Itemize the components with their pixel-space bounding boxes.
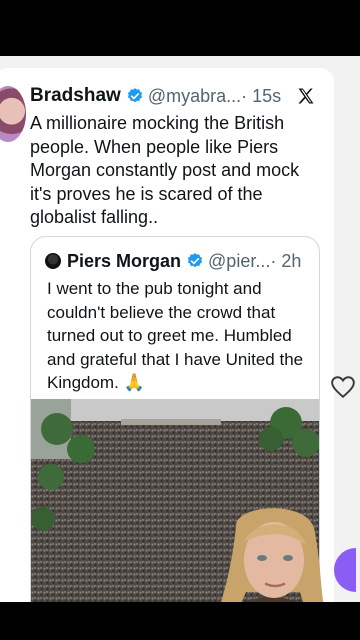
quoted-tweet-text: I went to the pub tonight and couldn't b…: [47, 279, 304, 392]
quoted-author-name[interactable]: Piers Morgan: [67, 251, 181, 272]
quoted-tweet-header: Piers Morgan @pier... · 2h: [45, 249, 301, 273]
tweet-header: Bradshaw @myabra... · 15s: [30, 84, 281, 108]
heart-icon[interactable]: [330, 375, 356, 399]
x-logo-icon: [298, 88, 314, 104]
tweet-text: A millionaire mocking the British people…: [30, 113, 300, 227]
quoted-author-avatar[interactable]: [45, 253, 61, 269]
author-handle[interactable]: @myabra...: [148, 86, 241, 107]
author-name[interactable]: Bradshaw: [30, 85, 121, 107]
verified-badge-icon: [127, 88, 142, 103]
tweet-time: · 15s: [241, 85, 282, 106]
top-letterbox: [0, 0, 360, 56]
video-frame[interactable]: Bradshaw @myabra... · 15s A millionaire …: [0, 56, 360, 602]
verified-badge-icon: [187, 253, 203, 268]
author-avatar[interactable]: [0, 86, 26, 142]
creator-video-overlay: [196, 496, 346, 602]
quoted-tweet-time: · 2h: [270, 250, 302, 271]
quoted-author-handle[interactable]: @pier...: [208, 251, 270, 272]
bottom-letterbox: [0, 602, 360, 640]
